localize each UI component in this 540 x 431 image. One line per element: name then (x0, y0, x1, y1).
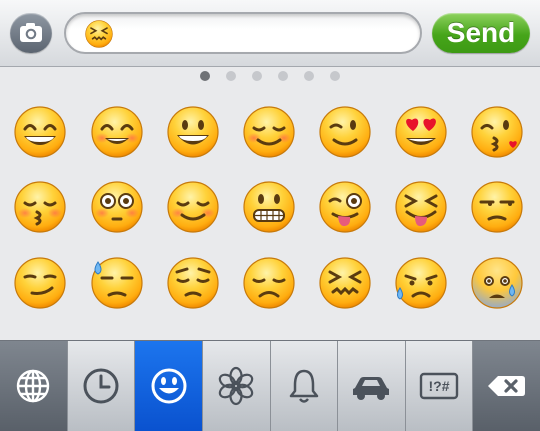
page-dot[interactable] (304, 71, 314, 81)
category-delete-button[interactable] (473, 341, 540, 431)
category-bell-button[interactable] (270, 341, 339, 431)
heart-eyes-face-icon[interactable] (393, 104, 449, 160)
category-recent-clock-button[interactable] (67, 341, 136, 431)
car-icon (349, 366, 393, 406)
relieved-face-icon[interactable] (165, 179, 221, 235)
unamused-face-icon[interactable] (469, 179, 525, 235)
page-indicator (0, 71, 540, 85)
camera-icon (20, 23, 42, 42)
disappointed-face-icon[interactable] (241, 255, 297, 311)
svg-text:!?#: !?# (429, 378, 450, 394)
page-dot[interactable] (252, 71, 262, 81)
send-button[interactable]: Send (432, 13, 530, 53)
camera-button[interactable] (10, 13, 52, 53)
emoji-category-bar: !?# (0, 340, 540, 431)
category-flower-button[interactable] (202, 341, 271, 431)
smirking-face-icon[interactable] (12, 255, 68, 311)
smiling-face-with-smiling-eyes-icon[interactable] (89, 104, 145, 160)
face-with-tongue-winking-icon[interactable] (317, 179, 373, 235)
face-with-cold-sweat-icon[interactable] (89, 255, 145, 311)
message-input[interactable] (64, 12, 422, 54)
symbols-icon: !?# (415, 366, 463, 406)
flushed-face-icon[interactable] (89, 179, 145, 235)
emoji-grid (0, 92, 540, 340)
page-dot[interactable] (330, 71, 340, 81)
compose-bar: Send (0, 0, 540, 67)
smiling-face-with-open-mouth-icon[interactable] (165, 104, 221, 160)
page-dot[interactable] (278, 71, 288, 81)
disappointed-relieved-face-icon[interactable] (393, 255, 449, 311)
category-car-button[interactable] (338, 341, 406, 431)
face-throwing-kiss-icon[interactable] (469, 104, 525, 160)
recent-clock-icon (81, 366, 121, 406)
page-dot[interactable] (200, 71, 210, 81)
kissing-face-with-closed-eyes-icon[interactable] (12, 179, 68, 235)
category-smiley-button[interactable] (135, 341, 203, 431)
bell-icon (284, 366, 324, 406)
face-with-tongue-closed-eyes-icon[interactable] (393, 179, 449, 235)
fearful-face-with-sweat-icon[interactable] (469, 255, 525, 311)
grimacing-face-icon[interactable] (241, 179, 297, 235)
winking-face-icon[interactable] (317, 104, 373, 160)
flower-icon (216, 366, 256, 406)
confounded-face-icon (85, 20, 113, 48)
category-symbols-button[interactable]: !?# (405, 341, 474, 431)
confounded-face-icon[interactable] (317, 255, 373, 311)
delete-icon (484, 366, 530, 406)
grinning-face-with-smiling-eyes-icon[interactable] (12, 104, 68, 160)
category-globe-button[interactable] (0, 341, 68, 431)
relieved-face-icon[interactable] (241, 104, 297, 160)
pensive-face-icon[interactable] (165, 255, 221, 311)
smiley-icon (149, 366, 189, 406)
page-dot[interactable] (226, 71, 236, 81)
globe-icon (13, 366, 53, 406)
